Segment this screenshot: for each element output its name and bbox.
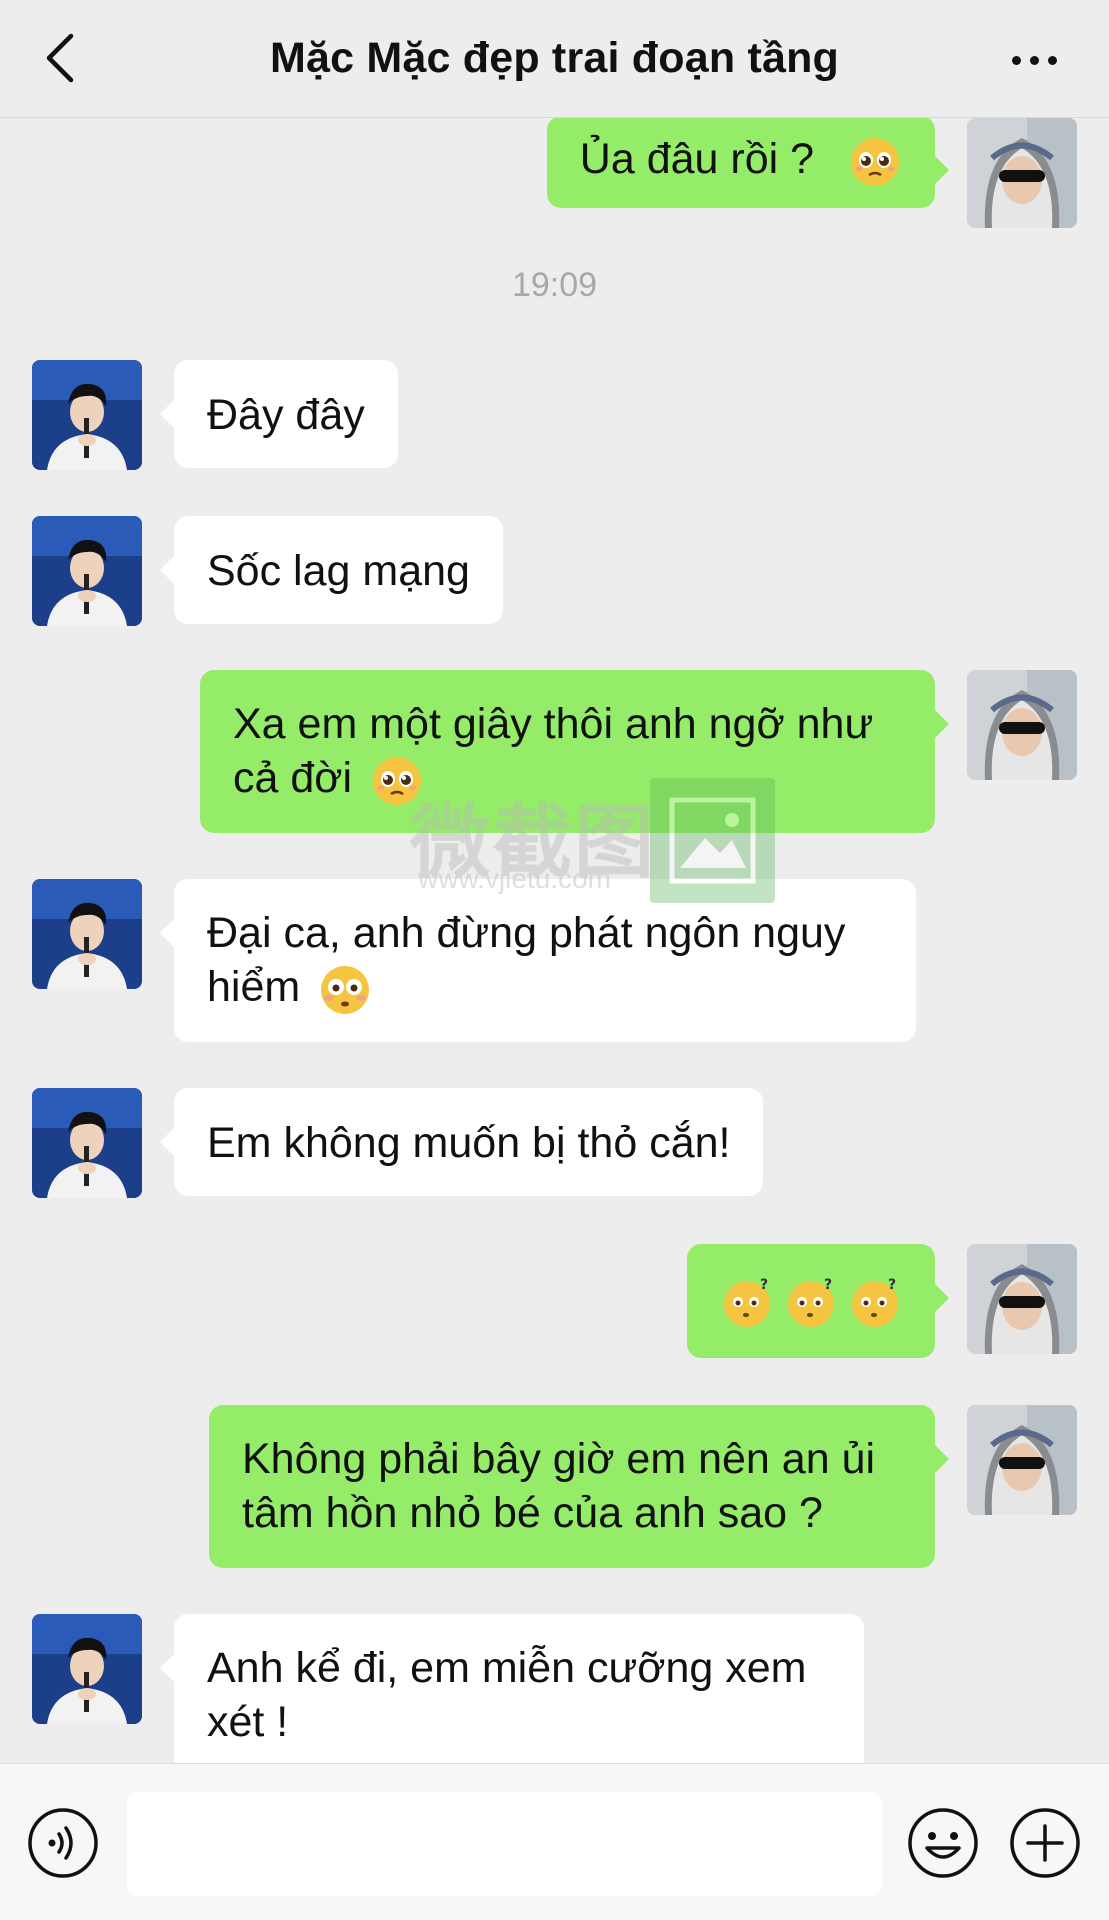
svg-text:?: ?	[824, 1277, 832, 1293]
message-input[interactable]	[127, 1792, 882, 1896]
message-bubble-outgoing[interactable]: ? ? ?	[687, 1244, 949, 1358]
message-bubble-outgoing[interactable]: Không phải bây giờ em nên an ủi tâm hồn …	[209, 1405, 949, 1568]
message-text: Anh kể đi, em miễn cưỡng xem xét !	[207, 1644, 807, 1746]
avatar-image	[32, 879, 142, 989]
message-bubble-incoming[interactable]: Đây đây	[160, 360, 398, 468]
svg-text:?: ?	[888, 1277, 896, 1293]
message-bubble-outgoing[interactable]: Xa em một giây thôi anh ngỡ như cả đời	[200, 670, 949, 833]
chevron-left-icon	[46, 33, 74, 83]
message-text: Xa em một giây thôi anh ngỡ như cả đời	[233, 700, 874, 802]
message-row: Anh kể đi, em miễn cưỡng xem xét !	[0, 1614, 1109, 1763]
emoji-button[interactable]	[906, 1806, 980, 1880]
message-text: Đại ca, anh đừng phát ngôn nguy hiểm	[207, 909, 846, 1011]
message-row: Ủa đâu rồi ?	[0, 118, 1109, 228]
confused-face-icon: ?	[724, 1277, 771, 1327]
smiley-icon	[908, 1808, 978, 1878]
more-dot	[1029, 55, 1039, 65]
plus-icon	[1010, 1808, 1080, 1878]
more-dot	[1047, 55, 1057, 65]
more-functions-button[interactable]	[1008, 1806, 1082, 1880]
message-row: Đây đây	[0, 360, 1109, 470]
avatar-image	[32, 516, 142, 626]
confused-face-icon: ?	[852, 1277, 898, 1327]
avatar-image	[967, 118, 1077, 228]
message-bubble-incoming[interactable]: Đại ca, anh đừng phát ngôn nguy hiểm	[160, 879, 916, 1042]
message-text: Không phải bây giờ em nên an ủi tâm hồn …	[242, 1435, 876, 1537]
message-row: Sốc lag mạng	[0, 516, 1109, 626]
more-options-button[interactable]	[999, 30, 1069, 90]
contact-avatar[interactable]	[32, 516, 142, 626]
avatar-image	[967, 1244, 1077, 1354]
message-text: Em không muốn bị thỏ cắn!	[207, 1119, 731, 1167]
message-row: Đại ca, anh đừng phát ngôn nguy hiểm	[0, 879, 1109, 1044]
message-row: Em không muốn bị thỏ cắn!	[0, 1088, 1109, 1198]
message-bubble-incoming[interactable]: Sốc lag mạng	[160, 516, 503, 624]
timestamp: 19:09	[511, 266, 598, 304]
chat-header: Mặc Mặc đẹp trai đoạn tầng	[0, 0, 1109, 118]
svg-text:?: ?	[760, 1277, 768, 1293]
message-bubble-outgoing[interactable]: Ủa đâu rồi ?	[546, 118, 950, 208]
contact-avatar[interactable]	[32, 879, 142, 989]
message-row: Không phải bây giờ em nên an ủi tâm hồn …	[0, 1405, 1109, 1570]
more-dot	[1011, 55, 1021, 65]
message-bubble-incoming[interactable]: Em không muốn bị thỏ cắn!	[159, 1088, 764, 1196]
chat-title: Mặc Mặc đẹp trai đoạn tầng	[269, 34, 840, 82]
avatar-image	[967, 670, 1077, 780]
pleading-face-icon	[851, 137, 899, 186]
voice-icon	[28, 1808, 98, 1878]
contact-avatar[interactable]	[32, 360, 142, 470]
confused-face-icon: ?	[788, 1277, 835, 1327]
voice-button[interactable]	[26, 1806, 100, 1880]
message-list[interactable]: Ủa đâu rồi ? 19:09 Đây đây Sốc lag mạng …	[0, 118, 1109, 1763]
avatar-image	[967, 1405, 1077, 1515]
my-avatar[interactable]	[967, 670, 1077, 780]
pleading-face-icon	[372, 756, 421, 805]
avatar-image	[32, 1088, 142, 1198]
flushed-face-icon	[321, 965, 370, 1014]
avatar-image	[32, 360, 142, 470]
avatar-image	[32, 1614, 142, 1724]
contact-avatar[interactable]	[32, 1088, 142, 1198]
message-text: Đây đây	[207, 391, 365, 439]
message-text: Ủa đâu rồi ?	[579, 135, 815, 183]
message-text: Sốc lag mạng	[207, 547, 470, 595]
contact-avatar[interactable]	[32, 1614, 142, 1724]
input-bar	[0, 1763, 1109, 1920]
message-bubble-incoming[interactable]: Anh kể đi, em miễn cưỡng xem xét !	[160, 1614, 864, 1763]
message-row: ? ? ?	[0, 1244, 1109, 1359]
my-avatar[interactable]	[967, 1244, 1077, 1354]
message-row: Xa em một giây thôi anh ngỡ như cả đời	[0, 670, 1109, 835]
my-avatar[interactable]	[967, 1405, 1077, 1515]
my-avatar[interactable]	[967, 118, 1077, 228]
back-button[interactable]	[30, 28, 90, 88]
